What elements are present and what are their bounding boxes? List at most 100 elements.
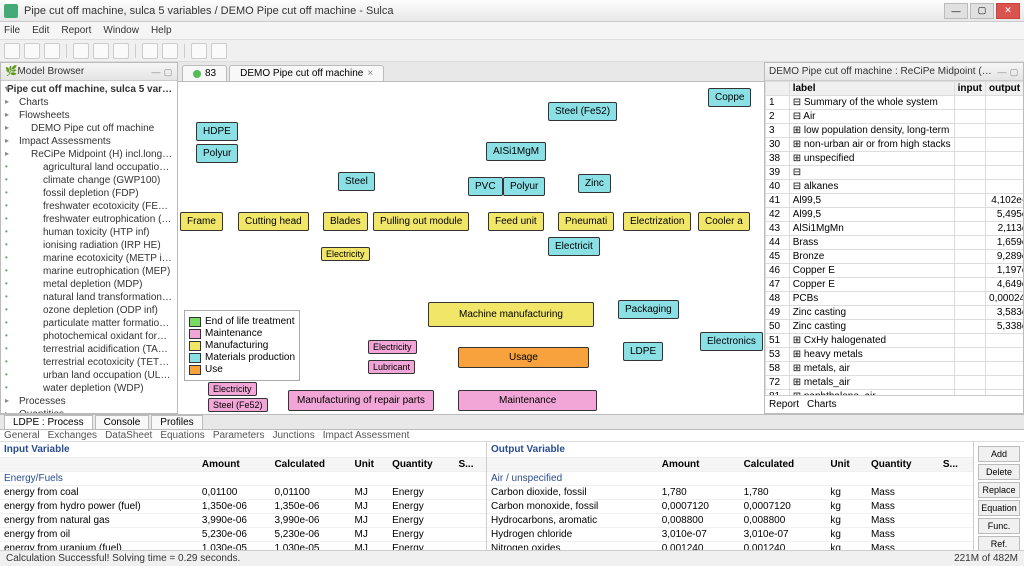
menu-edit[interactable]: Edit bbox=[32, 25, 49, 36]
tree-item[interactable]: Impact Assessments bbox=[3, 135, 175, 148]
tool-paste[interactable] bbox=[113, 43, 129, 59]
node-machine-mfg[interactable]: Machine manufacturing bbox=[428, 302, 594, 327]
panel-max-icon[interactable]: ▢ bbox=[163, 67, 173, 77]
node-zinc[interactable]: Zinc bbox=[578, 174, 611, 193]
tree-item[interactable]: human toxicity (HTP inf) bbox=[3, 226, 175, 239]
tree-item[interactable]: DEMO Pipe cut off machine bbox=[3, 122, 175, 135]
node-elec2[interactable]: Electricity bbox=[321, 247, 370, 261]
node-mrp[interactable]: Manufacturing of repair parts bbox=[288, 390, 434, 411]
tree-item[interactable]: freshwater ecotoxicity (FETP inf) bbox=[3, 200, 175, 213]
side-btn[interactable]: Replace bbox=[978, 482, 1020, 498]
node-pneu[interactable]: Pneumati bbox=[558, 212, 614, 231]
btab-profiles[interactable]: Profiles bbox=[151, 415, 202, 429]
output-table[interactable]: AmountCalculatedUnitQuantityS...Air / un… bbox=[487, 458, 973, 556]
side-btn[interactable]: Delete bbox=[978, 464, 1020, 480]
tree-item[interactable]: marine ecotoxicity (METP inf) bbox=[3, 252, 175, 265]
close-button[interactable]: ✕ bbox=[996, 3, 1020, 19]
flowsheet-canvas[interactable]: HDPE Polyur Steel Steel (Fe52) AISi1MgM … bbox=[178, 82, 764, 414]
tree-item[interactable]: natural land transformation (NLTP) bbox=[3, 291, 175, 304]
node-aisi[interactable]: AISi1MgM bbox=[486, 142, 546, 161]
tree-item[interactable]: Flowsheets bbox=[3, 109, 175, 122]
side-btn[interactable]: Add bbox=[978, 446, 1020, 462]
node-hdpe[interactable]: HDPE bbox=[196, 122, 238, 141]
input-table[interactable]: AmountCalculatedUnitQuantityS...Energy/F… bbox=[0, 458, 486, 556]
node-elec3[interactable]: Electricity bbox=[368, 340, 417, 354]
subtab[interactable]: Junctions bbox=[273, 430, 315, 441]
node-pvc[interactable]: PVC bbox=[468, 177, 503, 196]
tree-item[interactable]: ReCiPe Midpoint (H) incl.long-term [18] bbox=[3, 148, 175, 161]
tool-copy[interactable] bbox=[93, 43, 109, 59]
node-sf[interactable]: Steel (Fe52) bbox=[208, 398, 268, 412]
node-lubricant[interactable]: Lubricant bbox=[368, 360, 415, 374]
node-pulling[interactable]: Pulling out module bbox=[373, 212, 469, 231]
node-steel[interactable]: Steel bbox=[338, 172, 375, 191]
node-elec-small[interactable]: Electricit bbox=[548, 237, 600, 256]
subtab[interactable]: DataSheet bbox=[105, 430, 152, 441]
menu-report[interactable]: Report bbox=[61, 25, 91, 36]
tree-item[interactable]: particulate matter formation (PMFP) bbox=[3, 317, 175, 330]
tree-item[interactable]: ionising radiation (IRP HE) bbox=[3, 239, 175, 252]
tool-open[interactable] bbox=[24, 43, 40, 59]
node-blades[interactable]: Blades bbox=[323, 212, 368, 231]
tree-item[interactable]: metal depletion (MDP) bbox=[3, 278, 175, 291]
tree-item[interactable]: fossil depletion (FDP) bbox=[3, 187, 175, 200]
btab-console[interactable]: Console bbox=[95, 415, 150, 429]
btab-process[interactable]: LDPE : Process bbox=[4, 415, 93, 429]
model-tree[interactable]: Pipe cut off machine, sulca 5 variablesC… bbox=[1, 81, 177, 413]
node-polyur[interactable]: Polyur bbox=[196, 144, 238, 163]
node-coppe[interactable]: Coppe bbox=[708, 88, 751, 107]
subtab[interactable]: Parameters bbox=[213, 430, 265, 441]
node-maint[interactable]: Maintenance bbox=[458, 390, 597, 411]
tool-cut[interactable] bbox=[73, 43, 89, 59]
node-ldpe[interactable]: LDPE bbox=[623, 342, 663, 361]
side-btn[interactable]: Func. bbox=[978, 518, 1020, 534]
tree-item[interactable]: Quantities bbox=[3, 408, 175, 413]
tool-run[interactable] bbox=[191, 43, 207, 59]
tree-item[interactable]: agricultural land occupation (ALOP) bbox=[3, 161, 175, 174]
menu-window[interactable]: Window bbox=[103, 25, 139, 36]
tree-item[interactable]: urban land occupation (ULOP) bbox=[3, 369, 175, 382]
node-usage[interactable]: Usage bbox=[458, 347, 589, 368]
maximize-button[interactable]: ▢ bbox=[970, 3, 994, 19]
tab-close-icon[interactable]: × bbox=[367, 68, 373, 79]
tool-save[interactable] bbox=[44, 43, 60, 59]
tree-item[interactable]: freshwater eutrophication (FEP) bbox=[3, 213, 175, 226]
tree-item[interactable]: terrestrial ecotoxicity (TETP inf) bbox=[3, 356, 175, 369]
tree-item[interactable]: Processes bbox=[3, 395, 175, 408]
tree-item[interactable]: ozone depletion (ODP inf) bbox=[3, 304, 175, 317]
tool-undo[interactable] bbox=[142, 43, 158, 59]
subtab[interactable]: Equations bbox=[160, 430, 204, 441]
subtab[interactable]: Impact Assessment bbox=[323, 430, 410, 441]
tab-flowsheet[interactable]: DEMO Pipe cut off machine× bbox=[229, 65, 384, 81]
node-frame[interactable]: Frame bbox=[180, 212, 223, 231]
node-packaging[interactable]: Packaging bbox=[618, 300, 679, 319]
node-feed[interactable]: Feed unit bbox=[488, 212, 544, 231]
panel-min-icon[interactable]: — bbox=[151, 67, 161, 77]
results-tab-charts[interactable]: Charts bbox=[807, 399, 836, 410]
panel-min-icon[interactable]: — bbox=[997, 67, 1007, 77]
tab-counter[interactable]: 83 bbox=[182, 65, 227, 81]
menu-help[interactable]: Help bbox=[151, 25, 172, 36]
tree-item[interactable]: Charts bbox=[3, 96, 175, 109]
node-polyur2[interactable]: Polyur bbox=[503, 177, 545, 196]
results-tab-report[interactable]: Report bbox=[769, 399, 799, 410]
node-steelfe[interactable]: Steel (Fe52) bbox=[548, 102, 617, 121]
tree-item[interactable]: marine eutrophication (MEP) bbox=[3, 265, 175, 278]
tree-item[interactable]: photochemical oxidant formation (PC bbox=[3, 330, 175, 343]
tree-root[interactable]: Pipe cut off machine, sulca 5 variables bbox=[3, 83, 175, 96]
node-elec4[interactable]: Electricity bbox=[208, 382, 257, 396]
subtab[interactable]: General bbox=[4, 430, 40, 441]
side-btn[interactable]: Equation bbox=[978, 500, 1020, 516]
node-cutting[interactable]: Cutting head bbox=[238, 212, 309, 231]
menu-file[interactable]: File bbox=[4, 25, 20, 36]
tool-redo[interactable] bbox=[162, 43, 178, 59]
tree-item[interactable]: climate change (GWP100) bbox=[3, 174, 175, 187]
node-electr[interactable]: Electrization bbox=[623, 212, 691, 231]
tree-item[interactable]: terrestrial acidification (TAP100) bbox=[3, 343, 175, 356]
node-cooler[interactable]: Cooler a bbox=[698, 212, 750, 231]
results-grid[interactable]: labelinputoutput1⊟ Summary of the whole … bbox=[765, 81, 1023, 395]
panel-close-icon[interactable]: ▢ bbox=[1009, 67, 1019, 77]
node-electronics[interactable]: Electronics bbox=[700, 332, 763, 351]
subtab[interactable]: Exchanges bbox=[48, 430, 97, 441]
tool-stop[interactable] bbox=[211, 43, 227, 59]
